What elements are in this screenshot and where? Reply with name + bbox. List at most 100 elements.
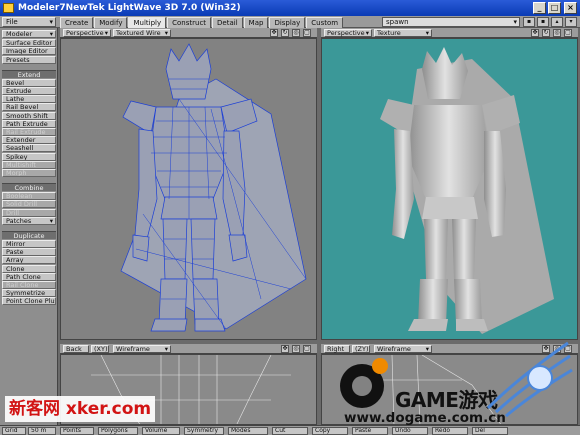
view-type-dropdown[interactable]: Perspective ▾ <box>324 29 372 37</box>
layer-selector[interactable]: spawn ▾ <box>382 17 520 27</box>
tool-label: Point Clone Plus <box>6 297 56 306</box>
render-mode-dropdown[interactable]: Texture ▾ <box>374 29 432 37</box>
tab-multiply[interactable]: Multiply <box>128 17 167 28</box>
maximize-view-icon[interactable]: ▢ <box>303 345 311 353</box>
viewport-perspective-wire[interactable] <box>60 38 317 340</box>
tab-display[interactable]: Display <box>269 17 306 28</box>
zoom-view-icon[interactable]: ◎ <box>553 29 561 37</box>
tool-label: Spikey <box>6 152 28 161</box>
file-menu-button[interactable]: File ▾ <box>2 17 56 27</box>
layer-up-button[interactable]: ▴ <box>551 17 563 27</box>
move-view-icon[interactable]: ✥ <box>270 29 278 37</box>
close-button[interactable]: × <box>564 2 577 14</box>
viewport-perspective-texture[interactable] <box>321 38 578 340</box>
delete-button[interactable]: Del <box>472 427 508 435</box>
tab-create[interactable]: Create <box>60 17 94 28</box>
modes-dropdown[interactable]: Modes <box>228 427 268 435</box>
tool-label: Drill <box>6 208 20 217</box>
move-view-icon[interactable]: ✥ <box>281 345 289 353</box>
tool-presets[interactable]: Presets <box>2 55 56 64</box>
tool-lathe[interactable]: Lathe <box>2 95 56 104</box>
tool-array[interactable]: Array <box>2 256 56 265</box>
tool-label: Bevel <box>6 78 25 87</box>
tool-smooth-shift[interactable]: Smooth Shift <box>2 111 56 120</box>
tool-solid-drill[interactable]: Solid Drill <box>2 200 56 209</box>
paste-button[interactable]: Paste <box>352 427 388 435</box>
tool-label: Lathe <box>6 95 25 104</box>
tool-label: Solid Drill <box>6 200 38 209</box>
tool-spikey[interactable]: Spikey <box>2 152 56 161</box>
tool-path-extrude[interactable]: Path Extrude <box>2 119 56 128</box>
layer-down-button[interactable]: ▾ <box>565 17 577 27</box>
tool-drill[interactable]: Drill <box>2 208 56 217</box>
tab-modify[interactable]: Modify <box>94 17 128 28</box>
view-type-dropdown[interactable]: Perspective ▾ <box>63 29 111 37</box>
tool-label: Smooth Shift <box>6 111 48 120</box>
volume-mode-button[interactable]: Volume <box>142 427 180 435</box>
textured-character-model <box>380 47 554 334</box>
minimize-button[interactable]: _ <box>533 2 546 14</box>
layer-bg-button[interactable]: ▪ <box>537 17 549 27</box>
tool-point-clone-plus[interactable]: Point Clone Plus <box>2 297 56 306</box>
chevron-down-icon: ▾ <box>104 29 108 37</box>
tool-image-editor[interactable]: Image Editor <box>2 47 56 56</box>
rotate-view-icon[interactable]: ↻ <box>281 29 289 37</box>
tool-extrude[interactable]: Extrude <box>2 87 56 95</box>
zoom-view-icon[interactable]: ◎ <box>292 345 300 353</box>
tool-mirror[interactable]: Mirror <box>2 240 56 248</box>
tool-extender[interactable]: Extender <box>2 136 56 145</box>
undo-button[interactable]: Undo <box>392 427 428 435</box>
tool-label: Clone <box>6 264 25 273</box>
view-axis-dropdown[interactable]: (XY) <box>91 345 109 353</box>
viewport-header-top-left: Perspective ▾ Textured Wire ▾ ✥ ↻ ◎ ▢ <box>60 28 317 38</box>
copy-button[interactable]: Copy <box>312 427 348 435</box>
tool-path-clone[interactable]: Path Clone <box>2 272 56 281</box>
wireframe-character-model <box>120 43 307 332</box>
tab-map[interactable]: Map <box>243 17 269 28</box>
layer-fg-button[interactable]: ▪ <box>523 17 535 27</box>
combine-section-header: Combine <box>2 183 56 192</box>
tool-symmetrize[interactable]: Symmetrize <box>2 289 56 298</box>
rotate-view-icon[interactable]: ↻ <box>542 29 550 37</box>
tool-paste[interactable]: Paste <box>2 248 56 257</box>
tool-clone[interactable]: Clone <box>2 264 56 273</box>
render-mode-dropdown[interactable]: Textured Wire ▾ <box>113 29 171 37</box>
tab-construct[interactable]: Construct <box>167 17 212 28</box>
viewport-header-bottom-left: Back (XY) Wireframe ▾ ✥ ◎ ▢ <box>60 344 317 354</box>
maximize-view-icon[interactable]: ▢ <box>303 29 311 37</box>
tool-bevel[interactable]: Bevel <box>2 78 56 87</box>
maximize-button[interactable]: □ <box>548 2 561 14</box>
symmetry-toggle[interactable]: Symmetry <box>184 427 224 435</box>
tool-label: Rail Clone <box>6 281 39 289</box>
redo-button[interactable]: Redo <box>432 427 468 435</box>
tool-rail-extrude[interactable]: Rail Extrude <box>2 128 56 136</box>
tool-label: Modeler <box>6 30 33 38</box>
chevron-down-icon: ▾ <box>513 18 517 26</box>
polygons-mode-button[interactable]: Polygons <box>98 427 138 435</box>
tab-detail[interactable]: Detail <box>212 17 243 28</box>
tool-boolean[interactable]: Boolean <box>2 192 56 201</box>
tool-surface-editor[interactable]: Surface Editor <box>2 39 56 48</box>
chevron-down-icon: ▾ <box>49 18 53 26</box>
cut-button[interactable]: Cut <box>272 427 308 435</box>
tool-label: Path Clone <box>6 272 41 281</box>
tool-morph[interactable]: Morph <box>2 169 56 177</box>
tool-rail-bevel[interactable]: Rail Bevel <box>2 103 56 112</box>
move-view-icon[interactable]: ✥ <box>531 29 539 37</box>
view-type-dropdown[interactable]: Back <box>63 345 89 353</box>
tool-multishift[interactable]: Multishift <box>2 160 56 169</box>
tab-custom[interactable]: Custom <box>306 17 344 28</box>
points-mode-button[interactable]: Points <box>60 427 94 435</box>
wing-emblem-icon <box>486 341 573 418</box>
render-mode-dropdown[interactable]: Wireframe ▾ <box>113 345 171 353</box>
tool-modeler[interactable]: Modeler ▾ <box>2 30 56 38</box>
tool-label: Seashell <box>6 144 34 153</box>
maximize-view-icon[interactable]: ▢ <box>564 29 572 37</box>
tool-seashell[interactable]: Seashell <box>2 144 56 153</box>
chevron-down-icon: ▾ <box>425 29 429 37</box>
zoom-view-icon[interactable]: ◎ <box>292 29 300 37</box>
tool-patches[interactable]: Patches ▾ <box>2 216 56 225</box>
status-bar: Grid 50 m Points Polygons Volume Symmetr… <box>0 425 580 435</box>
tool-label: Extender <box>6 136 36 145</box>
tool-rail-clone[interactable]: Rail Clone <box>2 281 56 289</box>
